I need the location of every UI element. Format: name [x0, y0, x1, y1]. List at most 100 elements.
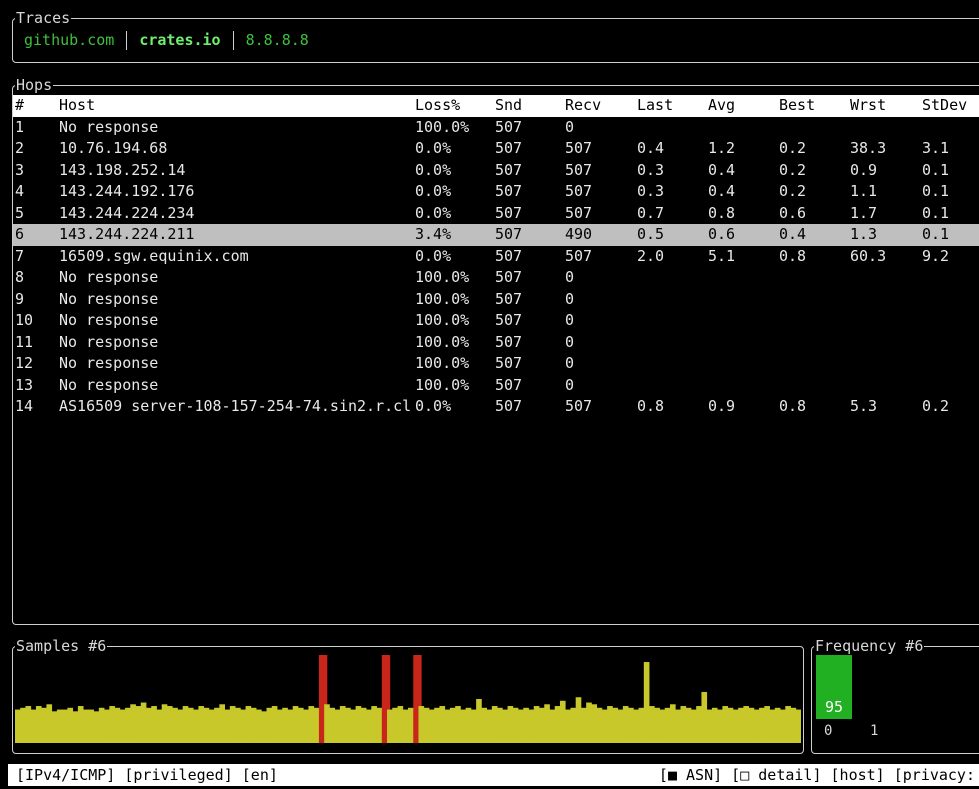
sample-bar — [67, 707, 74, 743]
hops-panel: Hops # Host Loss% Snd Recv Last Avg Best… — [12, 75, 979, 625]
sample-bar — [104, 709, 110, 743]
hop-cell-loss: 100.0% — [415, 289, 470, 308]
hop-cell-host: No response — [59, 289, 159, 308]
hop-cell-snd: 507 — [495, 117, 523, 136]
hop-cell-wrst — [848, 332, 920, 354]
sample-bar — [659, 709, 666, 743]
hop-row[interactable]: 2 10.76.194.68 0.0% 507 507 0.4 1.2 0.2 38.3 3.1 — [13, 138, 979, 160]
col-header-best[interactable]: Best — [777, 95, 848, 117]
hop-row[interactable]: 7 16509.sgw.equinix.com 0.0% 507 507 2.0 5.1 0.… — [13, 246, 979, 268]
sample-bar — [701, 691, 708, 743]
hop-cell-last: 0.5 — [637, 225, 665, 243]
hop-cell-snd: 507 — [495, 246, 523, 265]
tab-github[interactable]: github.com — [24, 30, 114, 50]
status-bar: [IPv4/ICMP] [privileged] [en] [■ ASN] [□… — [8, 764, 979, 786]
hop-row[interactable]: 9 No response 100.0% 507 0 — [13, 289, 979, 311]
hop-cell-best — [777, 310, 848, 332]
col-header-loss[interactable]: Loss% — [413, 95, 493, 117]
sample-bar — [187, 707, 194, 743]
sample-bar — [229, 706, 236, 743]
col-header-recv[interactable]: Recv — [563, 95, 635, 117]
col-header-avg[interactable]: Avg — [706, 95, 777, 117]
col-header-stdev[interactable]: StDev — [920, 95, 979, 117]
sample-bar — [507, 706, 514, 743]
hop-cell-best — [777, 289, 848, 311]
hop-cell-snd: 507 — [495, 139, 523, 157]
hop-cell-wrst — [848, 353, 920, 375]
hop-cell-stdev — [920, 267, 979, 289]
sample-bar — [345, 707, 351, 743]
hop-cell-snd: 507 — [495, 375, 523, 394]
sample-bar — [575, 697, 582, 743]
hop-cell-snd: 507 — [495, 203, 523, 222]
traces-title: Traces — [15, 8, 72, 28]
sample-bar — [397, 706, 404, 743]
sample-bar — [780, 709, 786, 743]
hop-cell-stdev — [920, 375, 979, 397]
sample-bar — [470, 709, 477, 743]
sample-bar — [203, 707, 210, 743]
col-header-wrst[interactable]: Wrst — [848, 95, 920, 117]
col-header-snd[interactable]: Snd — [493, 95, 563, 117]
hop-cell-avg — [706, 267, 777, 289]
sample-bar — [722, 706, 729, 743]
sample-bar — [208, 709, 215, 743]
hop-cell-best — [777, 353, 848, 375]
hop-cell-last — [635, 267, 706, 289]
hop-cell-host: AS16509 server-108-157-254-74.sin2.r.cl — [59, 397, 412, 415]
hop-cell-last — [635, 375, 706, 397]
sample-bar — [476, 699, 482, 743]
sample-bar — [418, 706, 425, 743]
sample-bar — [570, 707, 577, 743]
sample-bar — [271, 706, 278, 743]
hop-row[interactable]: 5 143.244.224.234 0.0% 507 507 0.7 0.8 0.6 1.7 0.… — [13, 203, 979, 225]
sample-bar — [62, 709, 68, 743]
hop-cell-last: 0.8 — [637, 397, 665, 415]
sample-bar — [366, 709, 372, 743]
col-header-last[interactable]: Last — [635, 95, 706, 117]
sample-bar — [685, 707, 692, 743]
sample-bar — [633, 709, 639, 743]
hop-row[interactable]: 10 No response 100.0% 507 0 — [13, 310, 979, 332]
sample-bar — [161, 704, 168, 743]
hop-row[interactable]: 12 No response 100.0% 507 0 — [13, 353, 979, 375]
hop-row[interactable]: 1 No response 100.0% 507 0 — [13, 117, 979, 139]
frequency-bar: 95 — [816, 655, 852, 719]
frequency-axis-label: 0 — [824, 723, 833, 739]
sample-bar — [20, 707, 26, 743]
sample-bar — [518, 709, 524, 743]
col-header-host[interactable]: Host — [57, 95, 413, 117]
sample-bar — [559, 700, 566, 743]
sample-bar — [261, 711, 267, 743]
hop-row[interactable]: 14 AS16509 server-108-157-254-74.sin2.r.c… — [13, 396, 979, 418]
tab-google-dns[interactable]: 8.8.8.8 — [246, 30, 309, 50]
sample-bar — [586, 702, 592, 743]
hop-row[interactable]: 11 No response 100.0% 507 0 — [13, 332, 979, 354]
hop-cell-best — [777, 267, 848, 289]
sample-bar — [224, 709, 231, 743]
hops-table: # Host Loss% Snd Recv Last Avg Best Wrst… — [13, 95, 979, 418]
sample-bar — [334, 709, 341, 743]
hop-row[interactable]: 13 No response 100.0% 507 0 — [13, 375, 979, 397]
hop-cell-best: 0.2 — [779, 160, 807, 179]
hop-cell-avg: 0.6 — [708, 225, 736, 243]
hop-row[interactable]: 3 143.198.252.14 0.0% 507 507 0.3 0.4 0.2 0.9 0.1 — [13, 160, 979, 182]
hop-cell-num: 12 — [15, 354, 34, 372]
sample-bar — [759, 707, 765, 743]
hop-cell-wrst — [848, 289, 920, 311]
hop-cell-host: No response — [59, 311, 159, 329]
sample-bar — [297, 707, 304, 743]
sample-bar — [622, 706, 629, 743]
hop-row[interactable]: 8 No response 100.0% 507 0 — [13, 267, 979, 289]
hop-cell-loss: 3.4% — [415, 225, 452, 243]
status-right[interactable]: [■ ASN] [□ detail] [host] [privacy: — [659, 764, 975, 786]
sample-bar — [308, 706, 315, 743]
hop-cell-recv: 507 — [565, 182, 593, 200]
sample-bar — [528, 709, 535, 743]
col-header-num[interactable]: # — [13, 95, 57, 117]
hop-row[interactable]: 6 143.244.224.211 3.4% 507 490 0.5 0.6 0.4 1.3 0.… — [13, 224, 979, 246]
hop-cell-recv: 507 — [565, 246, 593, 265]
hop-cell-avg — [706, 117, 777, 139]
tab-crates[interactable]: crates.io — [139, 30, 220, 50]
hop-row[interactable]: 4 143.244.192.176 0.0% 507 507 0.3 0.4 0.2 1.1 0.… — [13, 181, 979, 203]
